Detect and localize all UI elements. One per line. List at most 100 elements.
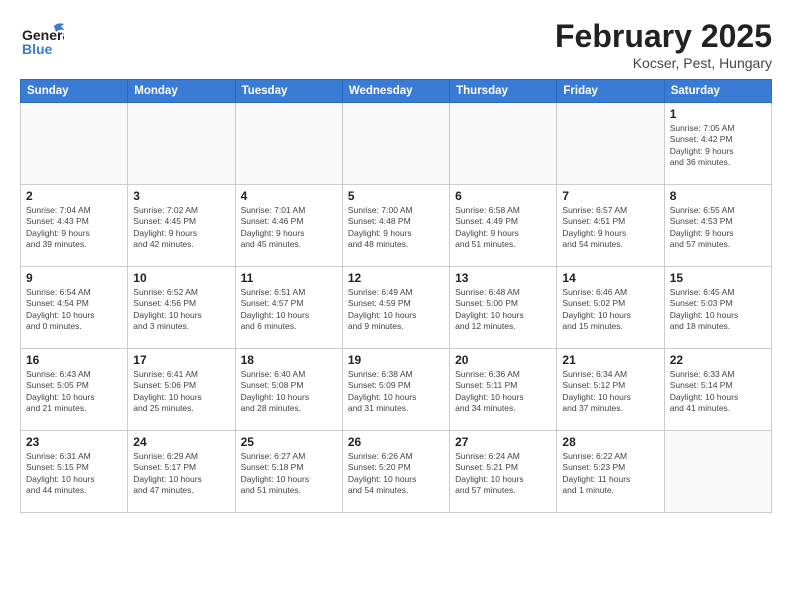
day-number: 9 <box>26 271 122 285</box>
title-block: February 2025 Kocser, Pest, Hungary <box>555 18 772 71</box>
calendar-cell: 24Sunrise: 6:29 AM Sunset: 5:17 PM Dayli… <box>128 431 235 513</box>
day-number: 5 <box>348 189 444 203</box>
calendar-week-1: 1Sunrise: 7:05 AM Sunset: 4:42 PM Daylig… <box>21 103 772 185</box>
calendar-header: Sunday Monday Tuesday Wednesday Thursday… <box>21 80 772 103</box>
calendar-cell: 26 Sunrise: 6:26 AM Sunset: 5:20 PM Dayli… <box>342 431 449 513</box>
calendar-cell: 17 Sunrise: 6:41 AM Sunset: 5:06 PM Dayli… <box>128 349 235 431</box>
calendar-cell: 23 Sunrise: 6:31 AM Sunset: 5:15 PM Dayli… <box>21 431 128 513</box>
day-info: Sunrise: 7:02 AM Sunset: 4:45 PM Dayligh… <box>133 205 229 251</box>
day-info: Sunrise: 6:52 AM Sunset: 4:56 PM Dayligh… <box>133 287 229 333</box>
col-friday: Friday <box>557 80 664 103</box>
calendar-cell: 2Sunrise: 7:04 AM Sunset: 4:43 PM Daylig… <box>21 185 128 267</box>
calendar-week-2: 2Sunrise: 7:04 AM Sunset: 4:43 PM Daylig… <box>21 185 772 267</box>
calendar-cell: 28 Sunrise: 6:22 AM Sunset: 5:23 PM Dayli… <box>557 431 664 513</box>
day-number: 23 <box>26 435 122 449</box>
calendar-cell: 13Sunrise: 6:48 AM Sunset: 5:00 PM Dayli… <box>450 267 557 349</box>
page: General Blue February 2025 Kocser, Pest,… <box>0 0 792 612</box>
day-number: 8 <box>670 189 766 203</box>
calendar-cell: 4 Sunrise: 7:01 AM Sunset: 4:46 PM Daylig… <box>235 185 342 267</box>
day-number: 3 <box>133 189 229 203</box>
col-sunday: Sunday <box>21 80 128 103</box>
day-info: Sunrise: 6:36 AM Sunset: 5:11 PM Dayligh… <box>455 369 551 415</box>
header: General Blue February 2025 Kocser, Pest,… <box>20 18 772 71</box>
day-info: Sunrise: 6:29 AM Sunset: 5:17 PM Dayligh… <box>133 451 229 497</box>
calendar-cell <box>21 103 128 185</box>
day-info: Sunrise: 6:38 AM Sunset: 5:09 PM Dayligh… <box>348 369 444 415</box>
calendar-cell: 11 Sunrise: 6:51 AM Sunset: 4:57 PM Dayli… <box>235 267 342 349</box>
day-info: Sunrise: 6:45 AM Sunset: 5:03 PM Dayligh… <box>670 287 766 333</box>
day-number: 28 <box>562 435 658 449</box>
day-number: 22 <box>670 353 766 367</box>
day-info: Sunrise: 7:01 AM Sunset: 4:46 PM Dayligh… <box>241 205 337 251</box>
calendar-week-3: 9 Sunrise: 6:54 AM Sunset: 4:54 PM Daylig… <box>21 267 772 349</box>
calendar-cell: 10Sunrise: 6:52 AM Sunset: 4:56 PM Dayli… <box>128 267 235 349</box>
day-info: Sunrise: 6:40 AM Sunset: 5:08 PM Dayligh… <box>241 369 337 415</box>
calendar-cell: 18 Sunrise: 6:40 AM Sunset: 5:08 PM Dayli… <box>235 349 342 431</box>
day-info: Sunrise: 6:24 AM Sunset: 5:21 PM Dayligh… <box>455 451 551 497</box>
day-number: 15 <box>670 271 766 285</box>
day-info: Sunrise: 6:31 AM Sunset: 5:15 PM Dayligh… <box>26 451 122 497</box>
col-tuesday: Tuesday <box>235 80 342 103</box>
weekday-row: Sunday Monday Tuesday Wednesday Thursday… <box>21 80 772 103</box>
day-number: 26 <box>348 435 444 449</box>
day-number: 7 <box>562 189 658 203</box>
day-info: Sunrise: 6:22 AM Sunset: 5:23 PM Dayligh… <box>562 451 658 497</box>
day-info: Sunrise: 6:43 AM Sunset: 5:05 PM Dayligh… <box>26 369 122 415</box>
day-info: Sunrise: 6:55 AM Sunset: 4:53 PM Dayligh… <box>670 205 766 251</box>
day-info: Sunrise: 6:34 AM Sunset: 5:12 PM Dayligh… <box>562 369 658 415</box>
day-info: Sunrise: 6:58 AM Sunset: 4:49 PM Dayligh… <box>455 205 551 251</box>
calendar-cell: 9 Sunrise: 6:54 AM Sunset: 4:54 PM Daylig… <box>21 267 128 349</box>
month-title: February 2025 <box>555 18 772 55</box>
day-info: Sunrise: 6:54 AM Sunset: 4:54 PM Dayligh… <box>26 287 122 333</box>
calendar-cell: 21 Sunrise: 6:34 AM Sunset: 5:12 PM Dayli… <box>557 349 664 431</box>
calendar-cell <box>342 103 449 185</box>
day-info: Sunrise: 6:33 AM Sunset: 5:14 PM Dayligh… <box>670 369 766 415</box>
day-info: Sunrise: 6:26 AM Sunset: 5:20 PM Dayligh… <box>348 451 444 497</box>
calendar-cell: 22 Sunrise: 6:33 AM Sunset: 5:14 PM Dayli… <box>664 349 771 431</box>
location: Kocser, Pest, Hungary <box>555 55 772 71</box>
svg-text:Blue: Blue <box>22 41 53 57</box>
day-number: 4 <box>241 189 337 203</box>
calendar-cell <box>664 431 771 513</box>
calendar-cell: 8 Sunrise: 6:55 AM Sunset: 4:53 PM Daylig… <box>664 185 771 267</box>
col-wednesday: Wednesday <box>342 80 449 103</box>
calendar-week-5: 23 Sunrise: 6:31 AM Sunset: 5:15 PM Dayli… <box>21 431 772 513</box>
calendar-cell <box>450 103 557 185</box>
day-number: 27 <box>455 435 551 449</box>
day-number: 17 <box>133 353 229 367</box>
day-number: 12 <box>348 271 444 285</box>
day-info: Sunrise: 6:41 AM Sunset: 5:06 PM Dayligh… <box>133 369 229 415</box>
day-info: Sunrise: 6:51 AM Sunset: 4:57 PM Dayligh… <box>241 287 337 333</box>
day-info: Sunrise: 6:48 AM Sunset: 5:00 PM Dayligh… <box>455 287 551 333</box>
calendar-cell: 1Sunrise: 7:05 AM Sunset: 4:42 PM Daylig… <box>664 103 771 185</box>
calendar-body: 1Sunrise: 7:05 AM Sunset: 4:42 PM Daylig… <box>21 103 772 513</box>
calendar-cell: 12 Sunrise: 6:49 AM Sunset: 4:59 PM Dayli… <box>342 267 449 349</box>
day-info: Sunrise: 7:00 AM Sunset: 4:48 PM Dayligh… <box>348 205 444 251</box>
calendar-cell: 7Sunrise: 6:57 AM Sunset: 4:51 PM Daylig… <box>557 185 664 267</box>
day-info: Sunrise: 6:27 AM Sunset: 5:18 PM Dayligh… <box>241 451 337 497</box>
calendar-cell <box>235 103 342 185</box>
day-number: 19 <box>348 353 444 367</box>
calendar-cell: 20 Sunrise: 6:36 AM Sunset: 5:11 PM Dayli… <box>450 349 557 431</box>
day-number: 11 <box>241 271 337 285</box>
col-monday: Monday <box>128 80 235 103</box>
day-number: 25 <box>241 435 337 449</box>
calendar: Sunday Monday Tuesday Wednesday Thursday… <box>20 79 772 513</box>
day-number: 18 <box>241 353 337 367</box>
calendar-cell: 3 Sunrise: 7:02 AM Sunset: 4:45 PM Daylig… <box>128 185 235 267</box>
day-number: 14 <box>562 271 658 285</box>
logo: General Blue <box>20 18 64 62</box>
day-number: 6 <box>455 189 551 203</box>
calendar-cell: 15 Sunrise: 6:45 AM Sunset: 5:03 PM Dayli… <box>664 267 771 349</box>
day-info: Sunrise: 6:49 AM Sunset: 4:59 PM Dayligh… <box>348 287 444 333</box>
day-number: 20 <box>455 353 551 367</box>
day-info: Sunrise: 7:04 AM Sunset: 4:43 PM Dayligh… <box>26 205 122 251</box>
calendar-cell: 19 Sunrise: 6:38 AM Sunset: 5:09 PM Dayli… <box>342 349 449 431</box>
day-number: 21 <box>562 353 658 367</box>
day-info: Sunrise: 6:46 AM Sunset: 5:02 PM Dayligh… <box>562 287 658 333</box>
day-info: Sunrise: 7:05 AM Sunset: 4:42 PM Dayligh… <box>670 123 766 169</box>
calendar-cell: 14 Sunrise: 6:46 AM Sunset: 5:02 PM Dayli… <box>557 267 664 349</box>
calendar-cell <box>128 103 235 185</box>
calendar-week-4: 16Sunrise: 6:43 AM Sunset: 5:05 PM Dayli… <box>21 349 772 431</box>
logo-icon: General Blue <box>20 18 64 62</box>
